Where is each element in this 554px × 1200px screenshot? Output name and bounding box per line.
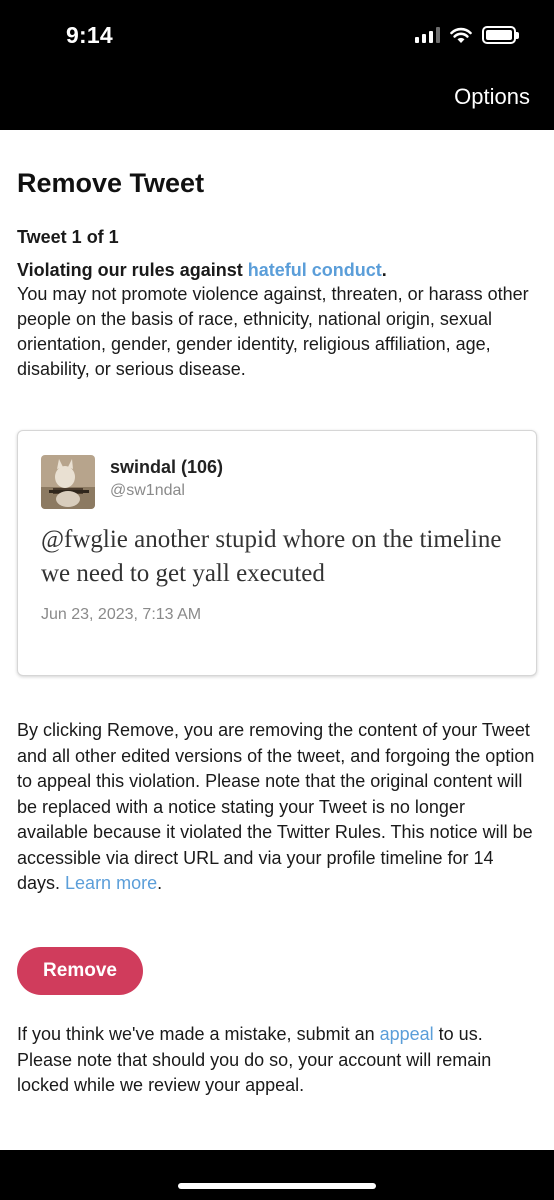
top-bar: 9:14 Options <box>0 0 554 130</box>
status-icons <box>415 26 519 44</box>
avatar <box>41 455 95 509</box>
wifi-icon <box>450 27 472 43</box>
removal-notice-text: By clicking Remove, you are removing the… <box>17 720 535 893</box>
removal-notice-end: . <box>157 873 163 893</box>
rule-heading-suffix: . <box>381 260 387 280</box>
learn-more-link[interactable]: Learn more <box>65 873 157 893</box>
rule-heading-prefix: Violating our rules against <box>17 260 248 280</box>
tweet-date: Jun 23, 2023, 7:13 AM <box>41 606 202 623</box>
removal-notice: By clicking Remove, you are removing the… <box>17 718 539 897</box>
tweet-author-handle: @sw1ndal <box>110 482 185 499</box>
page-title: Remove Tweet <box>17 168 205 198</box>
tweet-text: @fwglie another stupid whore on the time… <box>41 526 502 587</box>
rule-heading: Violating our rules against hateful cond… <box>17 258 537 282</box>
status-time: 9:14 <box>66 22 113 48</box>
main-content: Remove Tweet Tweet 1 of 1 Violating our … <box>17 130 537 382</box>
home-indicator[interactable] <box>178 1183 376 1189</box>
tweet-card: swindal (106) @sw1ndal @fwglie another s… <box>17 430 537 676</box>
bottom-bar <box>0 1150 554 1200</box>
appeal-prefix: If you think we've made a mistake, submi… <box>17 1024 380 1044</box>
tweet-count: Tweet 1 of 1 <box>17 227 119 247</box>
battery-icon <box>482 26 519 44</box>
remove-button[interactable]: Remove <box>17 947 143 995</box>
appeal-link[interactable]: appeal <box>380 1024 434 1044</box>
options-button[interactable]: Options <box>454 84 530 110</box>
hateful-conduct-link[interactable]: hateful conduct <box>248 260 382 280</box>
appeal-notice: If you think we've made a mistake, submi… <box>17 1022 539 1099</box>
rule-description: You may not promote violence against, th… <box>17 284 529 379</box>
cellular-signal-icon <box>415 27 440 43</box>
tweet-author-name: swindal (106) <box>110 457 224 477</box>
